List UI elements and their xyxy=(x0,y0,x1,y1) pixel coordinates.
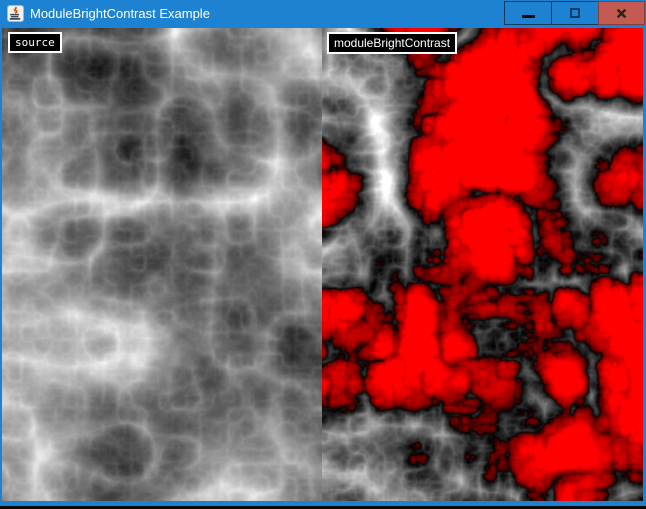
maximize-button[interactable] xyxy=(551,1,598,25)
module-bright-contrast-image xyxy=(322,28,643,501)
app-window: ModuleBrightContrast Example source modu… xyxy=(0,0,646,506)
close-button[interactable] xyxy=(598,1,645,25)
window-title: ModuleBrightContrast Example xyxy=(30,0,210,28)
titlebar[interactable]: ModuleBrightContrast Example xyxy=(0,0,646,28)
source-image xyxy=(2,28,322,501)
close-icon xyxy=(616,8,627,19)
maximize-icon xyxy=(570,8,580,18)
source-image-panel: source xyxy=(2,28,322,501)
java-coffee-icon xyxy=(7,5,24,22)
minimize-button[interactable] xyxy=(504,1,551,25)
minimize-icon xyxy=(522,15,535,18)
source-label: source xyxy=(8,32,62,53)
module-bright-contrast-label: moduleBrightContrast xyxy=(327,32,457,54)
image-area: source moduleBrightContrast xyxy=(2,28,643,501)
module-bright-contrast-panel: moduleBrightContrast xyxy=(322,28,643,501)
window-controls xyxy=(504,1,645,25)
